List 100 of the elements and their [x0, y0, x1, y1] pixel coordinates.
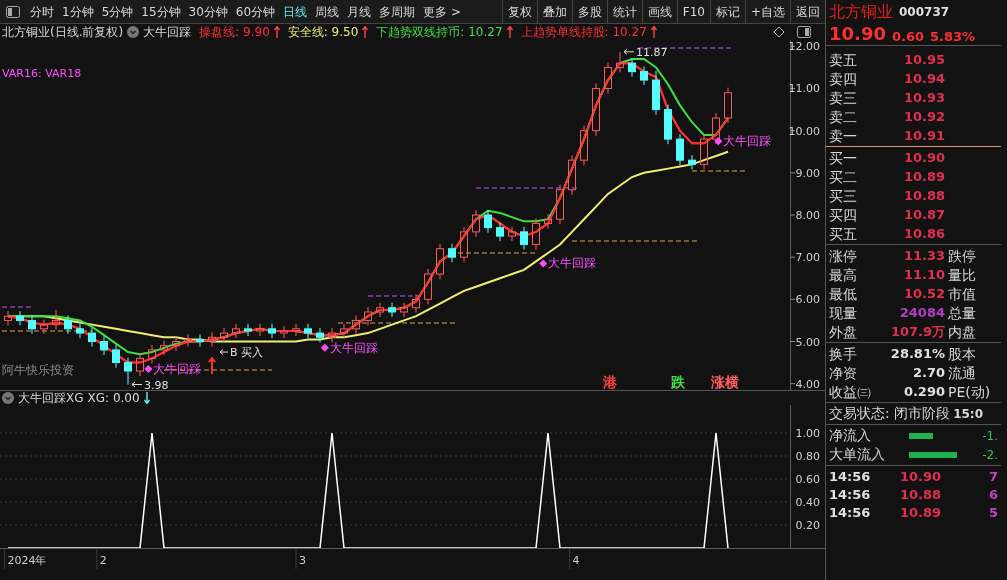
date-label: 3: [299, 554, 306, 567]
field-label: 跌停: [948, 248, 976, 263]
field-value: -1.: [982, 427, 998, 445]
field-value: 28.81%: [889, 347, 945, 360]
annotation: 11.87: [636, 45, 668, 59]
signal-label: 大牛回踩: [144, 361, 202, 376]
field-value: 10.95: [902, 53, 945, 66]
last-price: 10.90: [829, 25, 886, 43]
field-value: 10.91: [902, 129, 945, 142]
indicator-value: 下趋势双线持币: 10.27: [376, 24, 503, 41]
stock-name: 北方铜业: [829, 1, 893, 23]
field-label: 涨停: [829, 248, 858, 263]
field-value: 10.94: [902, 72, 945, 85]
axis-label: 11.00: [788, 82, 820, 96]
field-value: 107.9万: [889, 325, 945, 338]
overlay-label: VAR16: VAR18: [2, 66, 82, 82]
trade-price: 10.89: [898, 504, 941, 523]
field-value: 10.92: [902, 110, 945, 123]
percent-change: 5.83%: [930, 30, 976, 43]
field-label: 总量: [948, 305, 976, 320]
trade-time: 14:56: [829, 504, 872, 523]
field-label: 卖二: [829, 109, 858, 124]
trade-volume: 5: [988, 504, 998, 523]
trade-time: 14:56: [829, 486, 872, 505]
field-label: 市值: [948, 286, 976, 301]
date-label: 2: [99, 554, 107, 567]
axis-label: 0.40: [795, 496, 820, 509]
field-label: 最低: [829, 286, 858, 301]
field-value: 10.52: [902, 287, 945, 300]
field-label: 股本: [948, 346, 976, 361]
trade-volume: 6: [988, 486, 998, 505]
axis-label: 0.60: [795, 473, 820, 486]
axis-label: 0.20: [795, 519, 820, 532]
signal-label: 大牛回踩: [320, 340, 378, 355]
field-value: 10.87: [902, 208, 945, 221]
axis-label: 9.00: [795, 166, 820, 180]
field-label: 流通: [948, 365, 976, 380]
indicator-value: 上趋势单线持股: 10.27: [520, 24, 647, 41]
field-value: 11.33: [902, 249, 945, 262]
field-label: 卖四: [829, 71, 858, 86]
annotation: 3.98: [144, 378, 169, 392]
trade-status: 交易状态: 闭市阶段: [829, 404, 951, 423]
trade-time: 14:56: [829, 468, 872, 487]
field-label: 净资: [829, 365, 858, 380]
field-value: 10.89: [902, 170, 945, 183]
trade-volume: 7: [988, 468, 998, 487]
indicator-name: 大牛回踩: [143, 24, 192, 41]
axis-label: 5.00: [795, 335, 820, 349]
field-label: 现量: [829, 305, 858, 320]
field-value: 11.10: [902, 268, 945, 281]
axis-label: 1.00: [795, 427, 820, 440]
field-label: 买二: [829, 169, 858, 184]
field-value: 10.88: [902, 189, 945, 202]
axis-label: 10.00: [788, 124, 820, 138]
field-value: 10.90: [902, 151, 945, 164]
date-label: 4: [572, 554, 580, 567]
field-label: 买四: [829, 207, 858, 222]
signal-text: 港: [603, 374, 617, 390]
signal-text: 跌: [671, 374, 686, 390]
field-label: 卖五: [829, 52, 858, 67]
indicator-name: 大牛回踩XG: [18, 390, 84, 407]
field-label: 卖一: [829, 128, 858, 143]
date-label: 2024年: [7, 554, 47, 567]
field-label: 内盘: [948, 324, 976, 339]
indicator-value: XG: 0.00: [87, 390, 140, 407]
axis-label: 6.00: [795, 293, 820, 307]
field-label: 外盘: [829, 324, 858, 339]
field-value: -2.: [982, 446, 998, 464]
author-note: 阿牛快乐投资: [2, 362, 74, 379]
field-label: 大单流入: [829, 445, 886, 464]
axis-label: 8.00: [795, 209, 820, 222]
field-value: 24084: [898, 306, 945, 319]
field-label: 最高: [829, 267, 858, 282]
trade-price: 10.90: [898, 468, 941, 487]
indicator-value: 安全线: 9.50: [287, 24, 359, 41]
field-value: 10.93: [902, 91, 945, 104]
price-change: 0.60: [891, 30, 924, 43]
field-value: 10.86: [902, 227, 945, 240]
chart-title: 北方铜业(日线.前复权): [2, 24, 124, 41]
axis-label: 12.00: [788, 40, 820, 54]
field-label: 买一: [829, 150, 858, 165]
field-label: PE(动): [948, 384, 991, 399]
field-value: 2.70: [911, 366, 945, 379]
field-label: 量比: [948, 267, 976, 282]
signal-label: 大牛回踩: [714, 134, 772, 149]
stock-code: 000737: [899, 4, 950, 21]
axis-label: 4.00: [795, 377, 820, 390]
indicator-value: 操盘线: 9.90: [199, 24, 270, 41]
field-label: 买三: [829, 188, 858, 203]
field-label: 卖三: [829, 90, 858, 105]
field-value: 0.290: [902, 385, 945, 398]
field-label: 净流入: [829, 426, 872, 445]
field-label: 买五: [829, 226, 858, 241]
signal-label: 大牛回踩: [539, 256, 597, 271]
signal-text: 涨横: [711, 374, 739, 390]
trade-price: 10.88: [898, 486, 941, 505]
field-label: 收益㈢: [829, 384, 872, 399]
axis-label: 0.80: [795, 450, 820, 463]
axis-label: 7.00: [795, 251, 820, 265]
status-time: 15:0: [953, 405, 984, 423]
